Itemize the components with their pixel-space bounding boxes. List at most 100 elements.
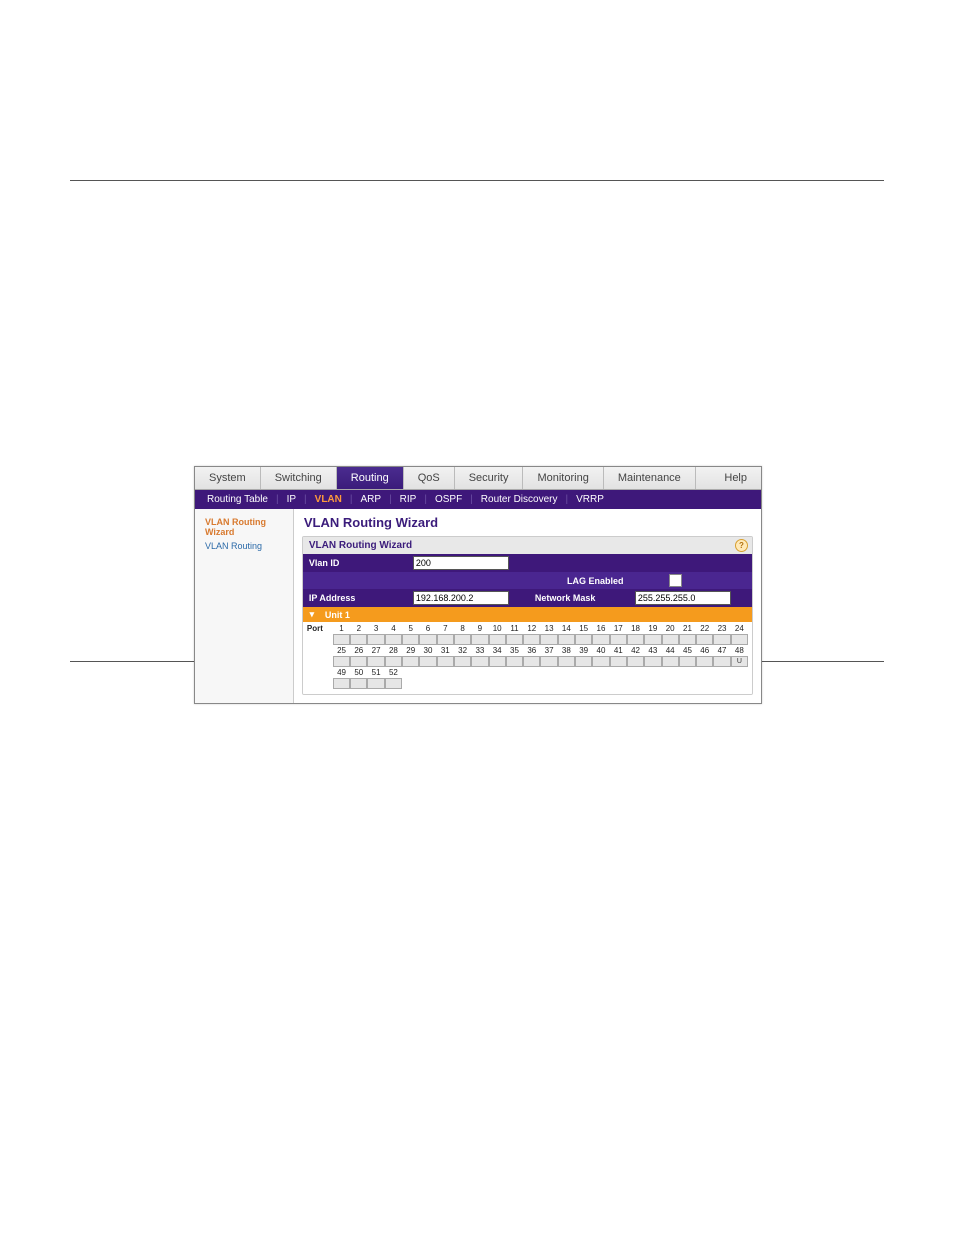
port-num-46: 46 <box>696 646 713 655</box>
port-box-36[interactable] <box>523 656 540 667</box>
tab-help[interactable]: Help <box>710 467 761 489</box>
port-box-48[interactable] <box>731 656 748 667</box>
vlan-id-label: Vlan ID <box>303 555 411 571</box>
port-box-7[interactable] <box>437 634 454 645</box>
port-num-52: 52 <box>385 668 402 677</box>
port-box-5[interactable] <box>402 634 419 645</box>
subtab-rip[interactable]: RIP <box>396 494 421 505</box>
port-box-44[interactable] <box>662 656 679 667</box>
port-box-30[interactable] <box>419 656 436 667</box>
port-num-28: 28 <box>385 646 402 655</box>
port-num-47: 47 <box>713 646 730 655</box>
unit-row[interactable]: ▾ Unit 1 <box>303 607 752 622</box>
port-box-16[interactable] <box>592 634 609 645</box>
ip-input[interactable] <box>413 591 509 605</box>
port-box-29[interactable] <box>402 656 419 667</box>
port-box-50[interactable] <box>350 678 367 689</box>
port-box-52[interactable] <box>385 678 402 689</box>
port-box-33[interactable] <box>471 656 488 667</box>
tab-qos[interactable]: QoS <box>404 467 455 489</box>
port-box-22[interactable] <box>696 634 713 645</box>
port-box-17[interactable] <box>610 634 627 645</box>
port-box-2[interactable] <box>350 634 367 645</box>
port-box-9[interactable] <box>471 634 488 645</box>
port-box-20[interactable] <box>662 634 679 645</box>
port-box-1[interactable] <box>333 634 350 645</box>
port-box-37[interactable] <box>540 656 557 667</box>
port-num-8: 8 <box>454 624 471 633</box>
port-box-6[interactable] <box>419 634 436 645</box>
subtab-router-discovery[interactable]: Router Discovery <box>477 494 562 505</box>
port-box-43[interactable] <box>644 656 661 667</box>
port-box-34[interactable] <box>489 656 506 667</box>
port-box-26[interactable] <box>350 656 367 667</box>
port-box-31[interactable] <box>437 656 454 667</box>
tab-maintenance[interactable]: Maintenance <box>604 467 696 489</box>
port-box-38[interactable] <box>558 656 575 667</box>
sidebar-item-vlan-routing-wizard[interactable]: VLAN Routing Wizard <box>199 515 289 539</box>
port-num-10: 10 <box>489 624 506 633</box>
port-box-49[interactable] <box>333 678 350 689</box>
vlan-id-input[interactable] <box>413 556 509 570</box>
port-num-11: 11 <box>506 624 523 633</box>
wizard-section: VLAN Routing Wizard ? Vlan ID LAG Enable… <box>302 536 753 695</box>
port-box-23[interactable] <box>713 634 730 645</box>
port-num-35: 35 <box>506 646 523 655</box>
port-num-51: 51 <box>367 668 384 677</box>
port-box-32[interactable] <box>454 656 471 667</box>
page-title: VLAN Routing Wizard <box>304 515 753 530</box>
port-box-41[interactable] <box>610 656 627 667</box>
help-icon[interactable]: ? <box>735 539 748 552</box>
tab-security[interactable]: Security <box>455 467 524 489</box>
subtab-ospf[interactable]: OSPF <box>431 494 466 505</box>
port-box-14[interactable] <box>558 634 575 645</box>
port-box-8[interactable] <box>454 634 471 645</box>
subtab-routing-table[interactable]: Routing Table <box>203 494 272 505</box>
tab-switching[interactable]: Switching <box>261 467 337 489</box>
port-box-15[interactable] <box>575 634 592 645</box>
mask-input[interactable] <box>635 591 731 605</box>
port-num-16: 16 <box>592 624 609 633</box>
port-box-35[interactable] <box>506 656 523 667</box>
port-box-21[interactable] <box>679 634 696 645</box>
port-box-45[interactable] <box>679 656 696 667</box>
port-num-31: 31 <box>437 646 454 655</box>
port-box-3[interactable] <box>367 634 384 645</box>
port-box-25[interactable] <box>333 656 350 667</box>
port-box-10[interactable] <box>489 634 506 645</box>
tab-system[interactable]: System <box>195 467 261 489</box>
subtab-vlan[interactable]: VLAN <box>311 494 346 505</box>
port-num-20: 20 <box>662 624 679 633</box>
port-num-29: 29 <box>402 646 419 655</box>
port-num-14: 14 <box>558 624 575 633</box>
port-box-19[interactable] <box>644 634 661 645</box>
port-box-42[interactable] <box>627 656 644 667</box>
port-box-40[interactable] <box>592 656 609 667</box>
tab-routing[interactable]: Routing <box>337 467 404 489</box>
port-num-48: 48 <box>731 646 748 655</box>
port-num-32: 32 <box>454 646 471 655</box>
port-box-28[interactable] <box>385 656 402 667</box>
port-num-36: 36 <box>523 646 540 655</box>
port-box-13[interactable] <box>540 634 557 645</box>
lag-checkbox[interactable] <box>669 574 682 587</box>
port-num-25: 25 <box>333 646 350 655</box>
sidebar-item-vlan-routing[interactable]: VLAN Routing <box>199 539 289 553</box>
port-box-27[interactable] <box>367 656 384 667</box>
port-box-18[interactable] <box>627 634 644 645</box>
port-num-34: 34 <box>489 646 506 655</box>
tab-monitoring[interactable]: Monitoring <box>523 467 603 489</box>
port-box-46[interactable] <box>696 656 713 667</box>
port-box-12[interactable] <box>523 634 540 645</box>
port-box-47[interactable] <box>713 656 730 667</box>
port-box-51[interactable] <box>367 678 384 689</box>
row-vlan-id: Vlan ID <box>303 554 752 572</box>
port-box-39[interactable] <box>575 656 592 667</box>
subtab-arp[interactable]: ARP <box>357 494 386 505</box>
port-box-24[interactable] <box>731 634 748 645</box>
subtab-vrrp[interactable]: VRRP <box>572 494 608 505</box>
port-box-11[interactable] <box>506 634 523 645</box>
subtab-ip[interactable]: IP <box>283 494 300 505</box>
port-box-4[interactable] <box>385 634 402 645</box>
port-label: Port <box>307 624 333 633</box>
